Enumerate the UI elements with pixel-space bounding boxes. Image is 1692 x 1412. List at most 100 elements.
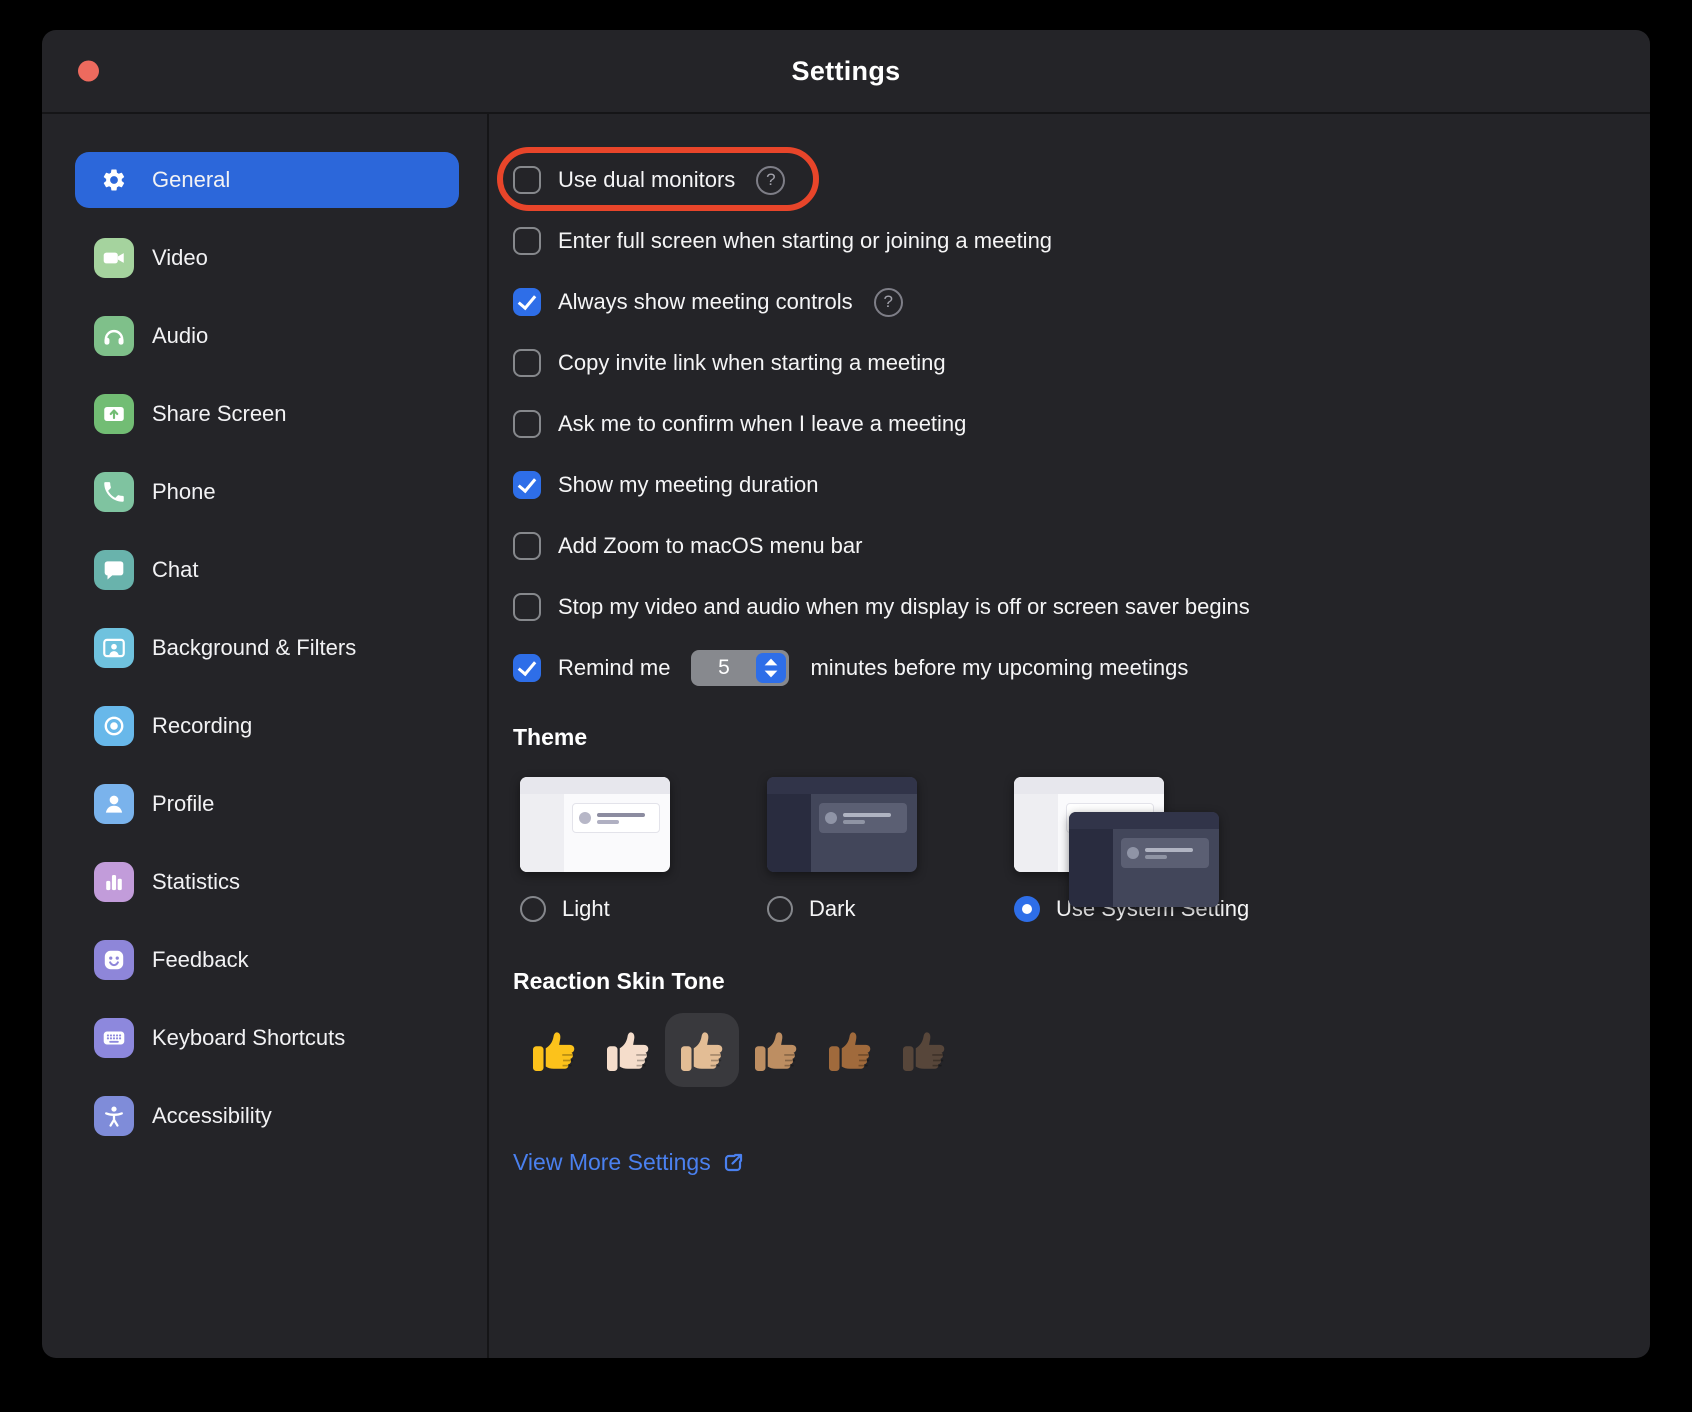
window-title: Settings <box>792 56 901 87</box>
speech-bubble-icon <box>94 550 134 590</box>
option-label: Use dual monitors <box>558 167 735 193</box>
option-copy-invite-link: Copy invite link when starting a meeting <box>513 343 1610 383</box>
option-label: Show my meeting duration <box>558 472 818 498</box>
sidebar-item-audio[interactable]: Audio <box>75 308 459 364</box>
theme-section: Theme Light <box>513 724 1610 922</box>
sidebar-item-keyboard-shortcuts[interactable]: Keyboard Shortcuts <box>75 1010 459 1066</box>
option-use-dual-monitors: Use dual monitors ? <box>513 160 1610 200</box>
option-stop-video-audio-display-off: Stop my video and audio when my display … <box>513 587 1610 627</box>
reaction-skin-tone-section: Reaction Skin Tone <box>513 968 1610 1087</box>
sidebar-item-profile[interactable]: Profile <box>75 776 459 832</box>
video-camera-icon <box>94 238 134 278</box>
light-theme-radio[interactable] <box>520 896 546 922</box>
bar-chart-icon <box>94 862 134 902</box>
minutes-stepper[interactable]: 5 <box>691 650 789 686</box>
theme-option-dark: Dark <box>767 777 917 922</box>
remind-me-checkbox[interactable] <box>513 654 541 682</box>
keyboard-icon <box>94 1018 134 1058</box>
thumbs-up-light-icon[interactable] <box>591 1013 665 1087</box>
minutes-value: 5 <box>691 656 756 680</box>
sidebar-item-label: Share Screen <box>152 401 287 427</box>
sidebar-item-accessibility[interactable]: Accessibility <box>75 1088 459 1144</box>
thumbs-up-medium-light-icon[interactable] <box>665 1013 739 1087</box>
record-circle-icon <box>94 706 134 746</box>
smiley-icon <box>94 940 134 980</box>
option-enter-full-screen: Enter full screen when starting or joini… <box>513 221 1610 261</box>
screen-share-icon <box>94 394 134 434</box>
dark-theme-radio[interactable] <box>767 896 793 922</box>
portrait-icon <box>94 628 134 668</box>
close-window-button[interactable] <box>78 61 99 82</box>
option-label: Stop my video and audio when my display … <box>558 594 1250 620</box>
gear-icon <box>94 160 134 200</box>
option-remind-me: Remind me 5 minutes before my upcoming m… <box>513 648 1610 688</box>
sidebar-item-video[interactable]: Video <box>75 230 459 286</box>
always-show-meeting-controls-checkbox[interactable] <box>513 288 541 316</box>
sidebar-item-label: Feedback <box>152 947 249 973</box>
settings-sidebar: General Video Audio Share Screen <box>42 114 489 1358</box>
option-label: Always show meeting controls <box>558 289 853 315</box>
option-label: Remind me <box>558 655 670 681</box>
option-label: minutes before my upcoming meetings <box>810 655 1188 681</box>
system-theme-preview[interactable] <box>1014 777 1164 872</box>
accessibility-person-icon <box>94 1096 134 1136</box>
sidebar-item-share-screen[interactable]: Share Screen <box>75 386 459 442</box>
title-bar: Settings <box>42 30 1650 114</box>
option-label: Ask me to confirm when I leave a meeting <box>558 411 966 437</box>
option-always-show-meeting-controls: Always show meeting controls ? <box>513 282 1610 322</box>
reaction-skin-tone-heading: Reaction Skin Tone <box>513 968 1610 995</box>
system-theme-radio[interactable] <box>1014 896 1040 922</box>
headphones-icon <box>94 316 134 356</box>
view-more-settings-link[interactable]: View More Settings <box>513 1149 745 1176</box>
add-zoom-menu-bar-checkbox[interactable] <box>513 532 541 560</box>
sidebar-item-label: Phone <box>152 479 216 505</box>
sidebar-item-label: Recording <box>152 713 252 739</box>
dark-theme-preview[interactable] <box>767 777 917 872</box>
thumbs-up-dark-icon[interactable] <box>887 1013 961 1087</box>
sidebar-item-recording[interactable]: Recording <box>75 698 459 754</box>
phone-icon <box>94 472 134 512</box>
sidebar-item-background-filters[interactable]: Background & Filters <box>75 620 459 676</box>
stop-video-audio-checkbox[interactable] <box>513 593 541 621</box>
external-link-icon <box>721 1151 745 1175</box>
option-confirm-leave-meeting: Ask me to confirm when I leave a meeting <box>513 404 1610 444</box>
use-dual-monitors-checkbox[interactable] <box>513 166 541 194</box>
sidebar-item-label: Accessibility <box>152 1103 272 1129</box>
option-show-meeting-duration: Show my meeting duration <box>513 465 1610 505</box>
option-label: Add Zoom to macOS menu bar <box>558 533 862 559</box>
sidebar-item-label: Profile <box>152 791 214 817</box>
option-add-zoom-menu-bar: Add Zoom to macOS menu bar <box>513 526 1610 566</box>
theme-option-system: Use System Setting <box>1014 777 1249 922</box>
sidebar-item-label: Video <box>152 245 208 271</box>
sidebar-item-phone[interactable]: Phone <box>75 464 459 520</box>
thumbs-up-default-icon[interactable] <box>517 1013 591 1087</box>
light-theme-preview[interactable] <box>520 777 670 872</box>
sidebar-item-label: General <box>152 167 230 193</box>
thumbs-up-medium-dark-icon[interactable] <box>813 1013 887 1087</box>
sidebar-item-label: Statistics <box>152 869 240 895</box>
sidebar-item-label: Audio <box>152 323 208 349</box>
settings-window: Settings General Video Audio <box>42 30 1650 1358</box>
enter-full-screen-checkbox[interactable] <box>513 227 541 255</box>
show-meeting-duration-checkbox[interactable] <box>513 471 541 499</box>
option-label: Enter full screen when starting or joini… <box>558 228 1052 254</box>
theme-heading: Theme <box>513 724 1610 751</box>
help-icon[interactable]: ? <box>756 166 785 195</box>
link-label: View More Settings <box>513 1149 711 1176</box>
sidebar-item-label: Keyboard Shortcuts <box>152 1025 345 1051</box>
copy-invite-link-checkbox[interactable] <box>513 349 541 377</box>
sidebar-item-label: Chat <box>152 557 198 583</box>
sidebar-item-general[interactable]: General <box>75 152 459 208</box>
sidebar-item-feedback[interactable]: Feedback <box>75 932 459 988</box>
sidebar-item-statistics[interactable]: Statistics <box>75 854 459 910</box>
theme-option-light: Light <box>520 777 670 922</box>
sidebar-item-chat[interactable]: Chat <box>75 542 459 598</box>
confirm-leave-meeting-checkbox[interactable] <box>513 410 541 438</box>
radio-label: Dark <box>809 896 855 922</box>
general-settings-panel: Use dual monitors ? Enter full screen wh… <box>489 114 1650 1358</box>
radio-label: Light <box>562 896 610 922</box>
option-label: Copy invite link when starting a meeting <box>558 350 946 376</box>
stepper-arrows-icon[interactable] <box>756 653 786 683</box>
help-icon[interactable]: ? <box>874 288 903 317</box>
thumbs-up-medium-icon[interactable] <box>739 1013 813 1087</box>
